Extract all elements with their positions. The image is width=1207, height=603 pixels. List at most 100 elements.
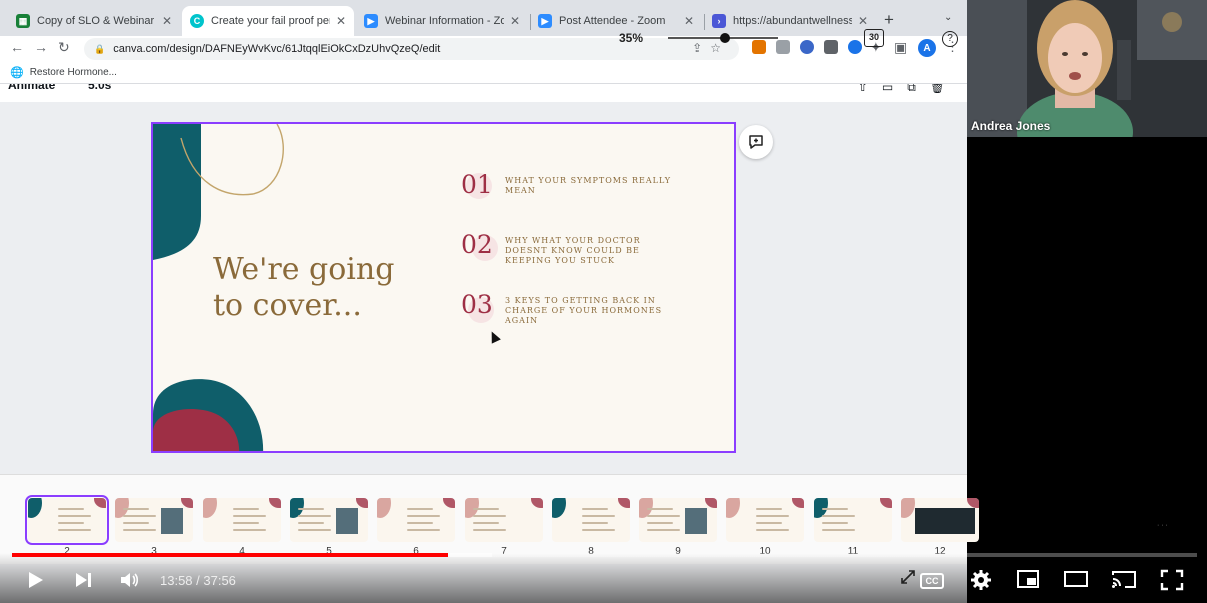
new-tab-icon[interactable]: + [884,10,894,30]
thumbnail-text-line [123,515,156,517]
thumbnail-photo [161,508,183,534]
slide-thumbnail[interactable] [377,498,455,542]
duplicate-icon[interactable]: ⧉ [907,84,930,94]
skip-next-icon [76,573,91,587]
animate-button[interactable]: Animate [8,84,55,92]
theater-icon [1064,571,1088,587]
captions-button[interactable]: CC [920,573,944,589]
tab-zoom-attendee[interactable]: ▶ Post Attendee - Zoom ✕ [530,6,702,36]
close-icon[interactable]: ✕ [162,14,172,28]
help-button[interactable]: ? [942,31,958,47]
thumbnail-text-line [582,515,615,517]
cast-icon [1112,571,1136,588]
agenda-text: WHY WHAT YOUR DOCTOR DOESNT KNOW COULD B… [505,236,641,265]
thumbnail-shape [269,498,281,508]
thumbnail-text-line [756,522,782,524]
slide-thumbnail[interactable] [639,498,717,542]
thumbnail-text-line [58,508,84,510]
thumbnail-text-line [233,515,266,517]
trash-icon[interactable]: 🗑 [930,84,959,94]
extension-icon[interactable] [824,40,838,54]
thumbnail-text-line [58,522,84,524]
avatar[interactable]: A [918,39,936,57]
add-comment-button[interactable] [739,125,773,159]
theater-button[interactable] [1063,569,1089,589]
link-icon: › [712,14,726,28]
thumbnail-text-line [233,508,259,510]
sidepanel-icon[interactable]: ▣ [894,39,907,56]
back-icon[interactable]: ← [10,39,24,55]
play-button[interactable] [24,569,46,591]
slide-thumbnail[interactable] [203,498,281,542]
thumbnail-shape [792,498,804,508]
slide-thumbnail[interactable] [814,498,892,542]
thumbnail-shape [901,498,915,518]
slide-thumbnail[interactable] [465,498,543,542]
thumbnail-text-line [756,508,782,510]
tab-canva[interactable]: C Create your fail proof period ✕ [182,6,354,36]
close-icon[interactable]: ✕ [336,14,346,28]
zoom-percentage[interactable]: 35% [619,31,643,45]
thumbnail-text-line [822,515,855,517]
zoom-slider-handle[interactable] [720,33,730,43]
volume-button[interactable] [118,569,140,591]
extension-icon[interactable] [776,40,790,54]
tab-strip: ▦ Copy of SLO & Webinar Stats ✕ C Create… [0,0,967,36]
expand-icon [901,570,915,584]
thumbnail-text-line [582,529,615,531]
thumbnail-text-line [582,508,608,510]
tab-title: Webinar Information - Zoom [385,15,504,27]
tab-title: https://abundantwellnesswit [733,15,852,27]
close-icon[interactable]: ✕ [684,14,694,28]
reload-icon[interactable]: ↻ [58,39,70,56]
next-button[interactable] [72,569,94,591]
video-player-controls: 13:58 / 37:56 CC [0,553,1207,603]
close-icon[interactable]: ✕ [858,14,868,28]
agenda-text: 3 KEYS TO GETTING BACK IN CHARGE OF YOUR… [505,296,663,325]
thumbnail-text-line [233,529,266,531]
slide-canvas[interactable]: We're going to cover... 01 WHAT YOUR SYM… [151,122,736,453]
thumbnail-text-line [822,529,855,531]
extension-icon[interactable] [848,40,862,54]
forward-icon[interactable]: → [34,39,48,55]
thumbnail-text-line [473,529,506,531]
fullscreen-button[interactable] [1160,569,1184,591]
slide-thumbnail[interactable] [901,498,979,542]
agenda-text: WHAT YOUR SYMPTOMS REALLY MEAN [505,176,672,195]
tab-zoom-webinar[interactable]: ▶ Webinar Information - Zoom ✕ [356,6,528,36]
star-icon[interactable]: ☆ [710,41,729,55]
extension-icon[interactable] [800,40,814,54]
thumbnail-text-line [233,522,259,524]
bookmark-item[interactable]: Restore Hormone... [30,67,117,78]
participant-name: Andrea Jones [971,119,1051,133]
extension-icon[interactable] [752,40,766,54]
cast-button[interactable] [1111,569,1137,589]
slide-thumbnail[interactable] [25,495,109,545]
chevron-down-icon[interactable]: ⌄ [944,12,952,23]
timer-button[interactable]: 5.0s [88,84,111,92]
thumbnail-shape [443,498,455,508]
tab-sheets[interactable]: ▦ Copy of SLO & Webinar Stats ✕ [8,6,180,36]
fullscreen-editor-button[interactable] [900,569,916,585]
thumbnail-shape [880,498,892,508]
slide-thumbnail[interactable] [115,498,193,542]
tab-abundant[interactable]: › https://abundantwellnesswit ✕ [704,6,876,36]
thumbnail-text-line [473,522,499,524]
slide-thumbnail[interactable] [726,498,804,542]
present-icon[interactable]: ⇧ [858,84,882,94]
thumbnail-text-line [473,508,499,510]
thumbnail-shape [705,498,717,508]
slide-thumbnail[interactable] [290,498,368,542]
share-icon[interactable]: ⇪ [692,41,710,55]
thumbnail-shape [28,498,42,518]
rectangle-icon[interactable]: ▭ [882,84,907,94]
thumbnail-text-line [647,529,680,531]
miniplayer-button[interactable] [1016,569,1040,589]
browser-window: ▦ Copy of SLO & Webinar Stats ✕ C Create… [0,0,979,603]
page-count[interactable]: 30 [864,29,884,47]
settings-button[interactable] [970,569,992,591]
slide-thumbnail[interactable] [552,498,630,542]
editor-toolbar: Animate 5.0s ⇧▭⧉🗑 [0,84,967,102]
thumbnail-text-line [58,515,91,517]
close-icon[interactable]: ✕ [510,14,520,28]
